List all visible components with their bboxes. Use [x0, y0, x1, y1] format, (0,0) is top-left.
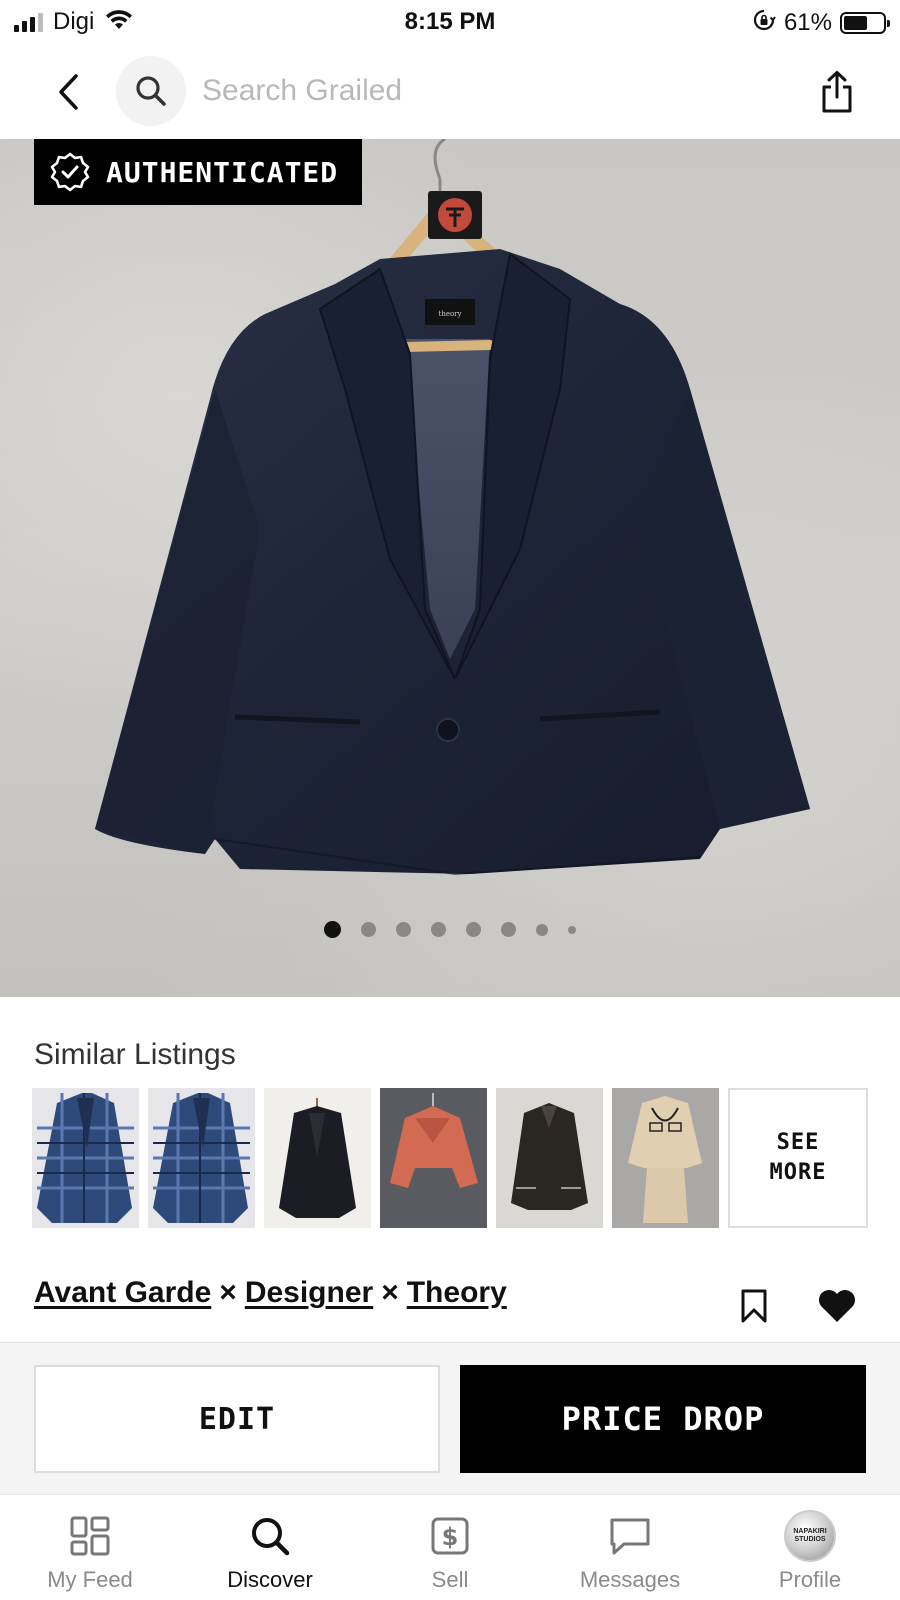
authenticated-badge: AUTHENTICATED: [34, 139, 362, 205]
carousel-dot[interactable]: [431, 922, 446, 937]
authenticated-label: AUTHENTICATED: [106, 155, 339, 189]
designer-link-designer[interactable]: Designer: [245, 1276, 373, 1310]
tab-discover[interactable]: Discover: [180, 1495, 360, 1600]
edit-button[interactable]: EDIT: [34, 1365, 440, 1473]
tab-label: Messages: [579, 1567, 681, 1592]
tab-messages[interactable]: Messages: [540, 1495, 720, 1600]
status-left: Digi: [14, 8, 134, 36]
see-more-line1: SEE: [776, 1130, 820, 1155]
see-more-button[interactable]: SEE MORE: [728, 1088, 868, 1228]
designer-links: Avant Garde × Designer × Theory: [34, 1276, 507, 1310]
tab-label: My Feed: [47, 1567, 133, 1592]
inner-label-text: theory: [439, 310, 462, 318]
designer-link-avant-garde[interactable]: Avant Garde: [34, 1276, 211, 1310]
similar-listing-thumb-4[interactable]: [380, 1088, 487, 1228]
avatar-text-line2: STUDIOS: [794, 1536, 826, 1543]
carousel-dot[interactable]: [361, 922, 376, 937]
like-button[interactable]: [816, 1286, 858, 1326]
product-image-carousel[interactable]: theory AUTHENTICATED: [0, 139, 900, 997]
status-right: 61%: [752, 8, 890, 37]
bottom-tab-bar: My Feed Discover $ Sell Messages NAPAKIR…: [0, 1494, 900, 1600]
chat-bubble-icon: [610, 1518, 650, 1555]
dollar-tag-icon: $: [431, 1517, 469, 1555]
price-drop-button[interactable]: PRICE DROP: [460, 1365, 866, 1473]
back-button[interactable]: [48, 68, 88, 116]
signal-icon: [14, 12, 43, 32]
see-more-line2: MORE: [769, 1160, 827, 1185]
tab-label: Sell: [431, 1567, 469, 1592]
carousel-dot[interactable]: [568, 925, 576, 934]
verified-check-icon: [50, 152, 90, 192]
listing-action-bar: EDIT PRICE DROP: [0, 1342, 900, 1494]
carousel-dot[interactable]: [466, 922, 481, 937]
avatar: NAPAKIRI STUDIOS: [784, 1510, 836, 1562]
search-input[interactable]: [202, 74, 742, 108]
carousel-dot[interactable]: [536, 923, 548, 936]
similar-listing-thumb-2[interactable]: [148, 1088, 255, 1228]
tab-sell[interactable]: $ Sell: [360, 1495, 540, 1600]
tab-profile[interactable]: NAPAKIRI STUDIOS Profile: [720, 1495, 900, 1600]
share-icon: [822, 71, 852, 113]
carrier-name: Digi: [53, 8, 95, 35]
carousel-dot[interactable]: [396, 922, 411, 937]
battery-icon: [840, 11, 890, 34]
status-bar: Digi 8:15 PM 61%: [0, 0, 900, 46]
wifi-icon: [104, 9, 134, 36]
tab-my-feed[interactable]: My Feed: [0, 1495, 180, 1600]
feed-grid-icon: [70, 1516, 110, 1556]
similar-listing-thumb-5[interactable]: [496, 1088, 603, 1228]
designer-separator: ×: [219, 1276, 237, 1309]
similar-listing-thumb-1[interactable]: [32, 1088, 139, 1228]
bookmark-icon: [741, 1289, 767, 1323]
bookmark-button[interactable]: [736, 1286, 772, 1326]
designer-link-theory[interactable]: Theory: [407, 1276, 507, 1310]
heart-icon: [819, 1290, 855, 1322]
carousel-dot[interactable]: [501, 922, 516, 937]
carousel-pagination: [0, 921, 900, 938]
similar-listings-title: Similar Listings: [34, 1038, 236, 1071]
battery-percent: 61%: [783, 8, 832, 36]
avatar-text-line1: NAPAKIRI: [793, 1528, 827, 1535]
similar-listings-row: SEE MORE: [32, 1088, 868, 1228]
jacket-photo: theory: [95, 139, 810, 876]
carousel-dot[interactable]: [324, 921, 341, 938]
search-icon: [252, 1518, 290, 1556]
tab-label: Discover: [227, 1567, 313, 1592]
orientation-lock-icon: [752, 8, 776, 37]
share-button[interactable]: [814, 66, 860, 118]
top-navigation: [0, 50, 900, 136]
search-bar[interactable]: [116, 56, 766, 126]
svg-text:$: $: [442, 1523, 459, 1551]
similar-listing-thumb-6[interactable]: [612, 1088, 719, 1228]
designer-separator: ×: [381, 1276, 399, 1309]
tab-label: Profile: [778, 1567, 842, 1592]
chevron-left-icon: [59, 74, 78, 110]
search-icon[interactable]: [116, 56, 186, 126]
similar-listing-thumb-3[interactable]: [264, 1088, 371, 1228]
